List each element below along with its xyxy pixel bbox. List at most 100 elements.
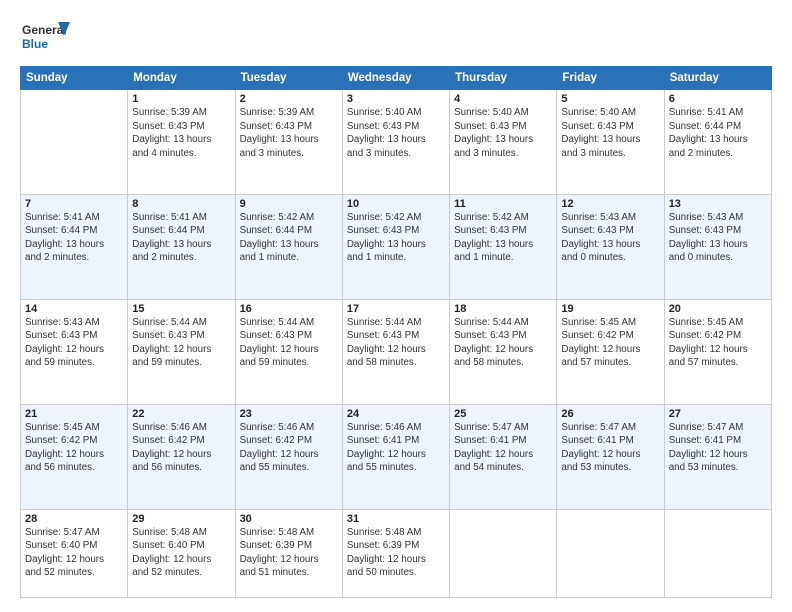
calendar-cell: 12Sunrise: 5:43 AMSunset: 6:43 PMDayligh… xyxy=(557,194,664,299)
day-info: Sunrise: 5:45 AMSunset: 6:42 PMDaylight:… xyxy=(561,316,659,370)
day-info: Sunrise: 5:46 AMSunset: 6:41 PMDaylight:… xyxy=(347,421,445,475)
calendar-cell xyxy=(21,90,128,195)
day-number: 2 xyxy=(240,93,338,105)
day-info: Sunrise: 5:44 AMSunset: 6:43 PMDaylight:… xyxy=(454,316,552,370)
calendar-cell: 15Sunrise: 5:44 AMSunset: 6:43 PMDayligh… xyxy=(128,299,235,404)
day-number: 30 xyxy=(240,513,338,525)
calendar-cell: 25Sunrise: 5:47 AMSunset: 6:41 PMDayligh… xyxy=(450,404,557,509)
svg-text:Blue: Blue xyxy=(22,37,48,51)
calendar-cell: 16Sunrise: 5:44 AMSunset: 6:43 PMDayligh… xyxy=(235,299,342,404)
calendar-table: SundayMondayTuesdayWednesdayThursdayFrid… xyxy=(20,66,772,598)
day-number: 12 xyxy=(561,198,659,210)
day-info: Sunrise: 5:48 AMSunset: 6:39 PMDaylight:… xyxy=(347,526,445,580)
logo: GeneralBlue xyxy=(20,18,72,56)
day-info: Sunrise: 5:47 AMSunset: 6:41 PMDaylight:… xyxy=(561,421,659,475)
day-info: Sunrise: 5:41 AMSunset: 6:44 PMDaylight:… xyxy=(132,211,230,265)
calendar-cell: 19Sunrise: 5:45 AMSunset: 6:42 PMDayligh… xyxy=(557,299,664,404)
day-number: 26 xyxy=(561,408,659,420)
day-info: Sunrise: 5:45 AMSunset: 6:42 PMDaylight:… xyxy=(25,421,123,475)
day-info: Sunrise: 5:47 AMSunset: 6:40 PMDaylight:… xyxy=(25,526,123,580)
calendar-day-header: Sunday xyxy=(21,67,128,90)
day-info: Sunrise: 5:44 AMSunset: 6:43 PMDaylight:… xyxy=(347,316,445,370)
day-info: Sunrise: 5:40 AMSunset: 6:43 PMDaylight:… xyxy=(561,106,659,160)
day-info: Sunrise: 5:43 AMSunset: 6:43 PMDaylight:… xyxy=(561,211,659,265)
day-number: 27 xyxy=(669,408,767,420)
day-number: 19 xyxy=(561,303,659,315)
day-number: 29 xyxy=(132,513,230,525)
day-info: Sunrise: 5:42 AMSunset: 6:44 PMDaylight:… xyxy=(240,211,338,265)
day-info: Sunrise: 5:48 AMSunset: 6:39 PMDaylight:… xyxy=(240,526,338,580)
day-info: Sunrise: 5:42 AMSunset: 6:43 PMDaylight:… xyxy=(454,211,552,265)
day-info: Sunrise: 5:46 AMSunset: 6:42 PMDaylight:… xyxy=(240,421,338,475)
day-number: 28 xyxy=(25,513,123,525)
day-info: Sunrise: 5:40 AMSunset: 6:43 PMDaylight:… xyxy=(454,106,552,160)
calendar-cell: 2Sunrise: 5:39 AMSunset: 6:43 PMDaylight… xyxy=(235,90,342,195)
calendar-day-header: Wednesday xyxy=(342,67,449,90)
day-number: 14 xyxy=(25,303,123,315)
day-info: Sunrise: 5:47 AMSunset: 6:41 PMDaylight:… xyxy=(454,421,552,475)
day-number: 24 xyxy=(347,408,445,420)
calendar-cell: 23Sunrise: 5:46 AMSunset: 6:42 PMDayligh… xyxy=(235,404,342,509)
calendar-day-header: Monday xyxy=(128,67,235,90)
day-number: 4 xyxy=(454,93,552,105)
calendar-cell: 11Sunrise: 5:42 AMSunset: 6:43 PMDayligh… xyxy=(450,194,557,299)
day-number: 20 xyxy=(669,303,767,315)
calendar-cell: 24Sunrise: 5:46 AMSunset: 6:41 PMDayligh… xyxy=(342,404,449,509)
calendar-cell: 6Sunrise: 5:41 AMSunset: 6:44 PMDaylight… xyxy=(664,90,771,195)
calendar-cell xyxy=(664,509,771,597)
day-info: Sunrise: 5:42 AMSunset: 6:43 PMDaylight:… xyxy=(347,211,445,265)
calendar-cell: 17Sunrise: 5:44 AMSunset: 6:43 PMDayligh… xyxy=(342,299,449,404)
calendar-cell: 4Sunrise: 5:40 AMSunset: 6:43 PMDaylight… xyxy=(450,90,557,195)
day-info: Sunrise: 5:45 AMSunset: 6:42 PMDaylight:… xyxy=(669,316,767,370)
calendar-cell: 3Sunrise: 5:40 AMSunset: 6:43 PMDaylight… xyxy=(342,90,449,195)
day-info: Sunrise: 5:39 AMSunset: 6:43 PMDaylight:… xyxy=(240,106,338,160)
calendar-cell: 27Sunrise: 5:47 AMSunset: 6:41 PMDayligh… xyxy=(664,404,771,509)
calendar-cell: 29Sunrise: 5:48 AMSunset: 6:40 PMDayligh… xyxy=(128,509,235,597)
day-number: 21 xyxy=(25,408,123,420)
calendar-header-row: SundayMondayTuesdayWednesdayThursdayFrid… xyxy=(21,67,772,90)
day-number: 3 xyxy=(347,93,445,105)
day-info: Sunrise: 5:44 AMSunset: 6:43 PMDaylight:… xyxy=(240,316,338,370)
day-info: Sunrise: 5:47 AMSunset: 6:41 PMDaylight:… xyxy=(669,421,767,475)
day-info: Sunrise: 5:41 AMSunset: 6:44 PMDaylight:… xyxy=(25,211,123,265)
calendar-cell: 13Sunrise: 5:43 AMSunset: 6:43 PMDayligh… xyxy=(664,194,771,299)
calendar-day-header: Friday xyxy=(557,67,664,90)
day-number: 8 xyxy=(132,198,230,210)
day-number: 13 xyxy=(669,198,767,210)
day-number: 16 xyxy=(240,303,338,315)
day-number: 6 xyxy=(669,93,767,105)
calendar-cell: 8Sunrise: 5:41 AMSunset: 6:44 PMDaylight… xyxy=(128,194,235,299)
calendar-cell: 21Sunrise: 5:45 AMSunset: 6:42 PMDayligh… xyxy=(21,404,128,509)
day-info: Sunrise: 5:39 AMSunset: 6:43 PMDaylight:… xyxy=(132,106,230,160)
day-number: 31 xyxy=(347,513,445,525)
day-info: Sunrise: 5:43 AMSunset: 6:43 PMDaylight:… xyxy=(669,211,767,265)
day-number: 11 xyxy=(454,198,552,210)
calendar-cell: 10Sunrise: 5:42 AMSunset: 6:43 PMDayligh… xyxy=(342,194,449,299)
day-info: Sunrise: 5:40 AMSunset: 6:43 PMDaylight:… xyxy=(347,106,445,160)
calendar-cell: 1Sunrise: 5:39 AMSunset: 6:43 PMDaylight… xyxy=(128,90,235,195)
day-number: 23 xyxy=(240,408,338,420)
calendar-cell: 26Sunrise: 5:47 AMSunset: 6:41 PMDayligh… xyxy=(557,404,664,509)
calendar-day-header: Thursday xyxy=(450,67,557,90)
calendar-cell: 20Sunrise: 5:45 AMSunset: 6:42 PMDayligh… xyxy=(664,299,771,404)
calendar-cell: 14Sunrise: 5:43 AMSunset: 6:43 PMDayligh… xyxy=(21,299,128,404)
day-info: Sunrise: 5:46 AMSunset: 6:42 PMDaylight:… xyxy=(132,421,230,475)
calendar-day-header: Tuesday xyxy=(235,67,342,90)
calendar-cell: 9Sunrise: 5:42 AMSunset: 6:44 PMDaylight… xyxy=(235,194,342,299)
day-number: 25 xyxy=(454,408,552,420)
calendar-cell xyxy=(450,509,557,597)
day-number: 5 xyxy=(561,93,659,105)
calendar-cell: 22Sunrise: 5:46 AMSunset: 6:42 PMDayligh… xyxy=(128,404,235,509)
calendar-cell: 5Sunrise: 5:40 AMSunset: 6:43 PMDaylight… xyxy=(557,90,664,195)
day-info: Sunrise: 5:43 AMSunset: 6:43 PMDaylight:… xyxy=(25,316,123,370)
calendar-cell xyxy=(557,509,664,597)
calendar-day-header: Saturday xyxy=(664,67,771,90)
header: GeneralBlue xyxy=(20,18,772,56)
day-number: 1 xyxy=(132,93,230,105)
calendar-cell: 18Sunrise: 5:44 AMSunset: 6:43 PMDayligh… xyxy=(450,299,557,404)
calendar-cell: 30Sunrise: 5:48 AMSunset: 6:39 PMDayligh… xyxy=(235,509,342,597)
calendar-cell: 7Sunrise: 5:41 AMSunset: 6:44 PMDaylight… xyxy=(21,194,128,299)
day-number: 9 xyxy=(240,198,338,210)
day-number: 10 xyxy=(347,198,445,210)
logo-svg: GeneralBlue xyxy=(20,18,72,56)
